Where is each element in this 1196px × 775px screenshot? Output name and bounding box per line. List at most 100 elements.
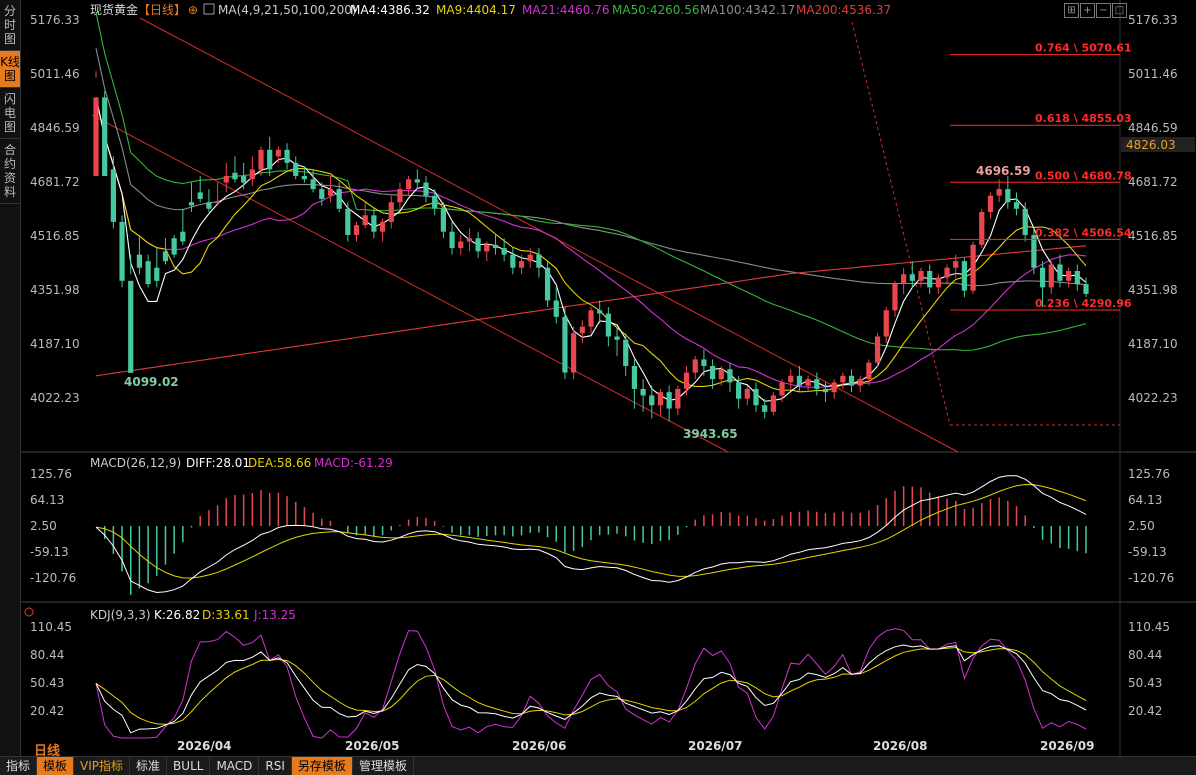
ma9-line [95,97,1087,393]
candle-body [753,388,759,406]
candle-body [866,362,872,380]
candle-body [979,212,985,245]
candle-body [805,379,811,386]
candle-body [527,254,533,262]
tab-timeshare[interactable]: 分时图 [0,0,20,51]
price-tick-right: 4846.59 [1128,121,1178,135]
indicator-icon[interactable] [203,3,215,15]
candle-body [788,375,794,383]
kdj-tick-left: 110.45 [30,620,72,634]
ma-params: MA(4,9,21,50,100,200) [218,3,357,17]
kdj-toggle-icon[interactable] [24,607,34,617]
candle-body [406,179,412,190]
candle-body [770,395,776,412]
fib-level-label: 0.236 \ 4290.96 [1035,297,1132,310]
price-tick-left: 5011.46 [30,67,80,81]
standard-button[interactable]: 标准 [130,757,168,775]
candle-body [996,189,1002,196]
candle-body [388,202,394,222]
low-label-2: 3943.65 [683,427,738,441]
candle-body [466,238,473,242]
candle-body [162,251,169,262]
candle-body [362,215,368,226]
channel-lower-line [91,114,729,453]
candle-body [1048,264,1054,288]
candle-body [310,179,316,190]
crosshair-icon[interactable]: ⊞ [1064,3,1079,18]
save-template-button[interactable]: 另存模板 [291,757,353,775]
candle-body [188,202,195,206]
price-tick-left: 4681.72 [30,175,80,189]
macd-tick-left: -120.76 [30,571,76,585]
tab-flash[interactable]: 闪电图 [0,88,20,139]
x-tick-label: 2026/05 [345,739,399,753]
kdj-k-line [95,644,1087,734]
candle-body [154,267,160,281]
candle-body [762,405,768,412]
candle-body [892,284,898,311]
candle-body [536,254,542,268]
kdj-tick-right: 110.45 [1128,620,1170,634]
indicator-button[interactable]: 指标 [0,757,38,775]
candle-body [623,339,629,366]
settings-icon[interactable]: ⊕ [188,3,198,17]
ma21-label: MA21:4460.76 [522,3,610,17]
candle-body [1083,284,1089,294]
candle-body [848,375,855,386]
candle-body [675,388,681,409]
candle-body [492,244,499,249]
tab-contract-info[interactable]: 合约资料 [0,139,20,204]
fullscreen-icon[interactable]: □ [1112,3,1127,18]
macd-button[interactable]: MACD [210,757,260,775]
kdj-d: D:33.61 [202,608,250,622]
candle-body [909,274,915,281]
template-button[interactable]: 模板 [37,757,75,775]
candle-body [718,369,724,380]
price-axis: 5176.33 5011.46 4846.59 4681.72 4516.85 4351.… [1128,13,1178,405]
candle-body [588,310,594,327]
tab-kline[interactable]: K线图 [0,51,20,88]
price-tick-right: 5011.46 [1128,67,1178,81]
manage-template-button[interactable]: 管理模板 [353,757,414,775]
candle-body [562,316,568,373]
ma4-label: MA4:4386.32 [350,3,430,17]
x-tick-label: 2026/07 [688,739,742,753]
vip-indicator-button[interactable]: VIP指标 [74,757,131,775]
macd-panel: 125.76 125.76 64.13 64.13 2.50 2.50 -59.13 -59.… [30,467,1174,595]
candle-body [1039,267,1046,288]
kdj-k: K:26.82 [154,608,200,622]
candle-body [501,248,507,255]
candle-body [944,267,950,278]
macd-tick-left: -59.13 [30,545,69,559]
ma200-label: MA200:4536.37 [796,3,891,17]
candle-body [1031,234,1037,268]
zoom-out-icon[interactable]: − [1096,3,1111,18]
candle-body [110,169,116,222]
bull-button[interactable]: BULL [167,757,211,775]
trendlines [91,17,1120,453]
candle-body [657,392,664,406]
candle-body [571,333,577,373]
kdj-d-line [95,646,1087,725]
rsi-button[interactable]: RSI [259,757,292,775]
high-label-1: 4696.59 [976,164,1031,178]
candle-body [1074,270,1080,285]
candle-body [518,261,525,268]
candle-body [458,241,464,249]
low-label-1: 4099.02 [124,375,179,389]
price-tick-right: 4681.72 [1128,175,1178,189]
candle-body [128,280,134,373]
candle-body [918,270,924,281]
candle-body [275,149,281,157]
price-tick-left: 4187.10 [30,337,80,351]
candle-body [327,189,334,196]
candle-body [640,388,646,396]
candle-body [345,208,351,235]
zoom-in-icon[interactable]: + [1080,3,1095,18]
kdj-j: J:13.25 [253,608,296,622]
macd-tick-right: -120.76 [1128,571,1174,585]
candle-body [267,149,273,170]
x-tick-label: 2026/06 [512,739,566,753]
candle-body [927,270,933,288]
macd-dea: DEA:58.66 [248,456,311,470]
